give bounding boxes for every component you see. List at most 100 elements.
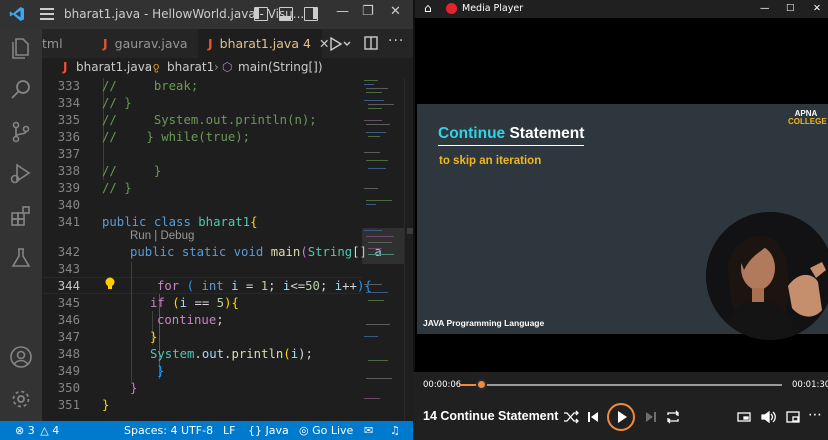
line-number: 346 (57, 313, 80, 327)
encoding-status[interactable]: UTF-8 (181, 424, 213, 437)
code-token: } while(true); (116, 130, 251, 144)
editor-scrollbar[interactable] (404, 78, 413, 421)
language-status[interactable]: {} Java (248, 424, 289, 437)
source-control-icon[interactable] (9, 120, 33, 144)
apna-college-logo: APNA COLLEGE (788, 110, 827, 126)
notifications-bell-icon[interactable]: ♫ (390, 424, 400, 437)
breadcrumb-separator-icon: › (214, 60, 219, 74)
picture-in-picture-icon[interactable] (785, 409, 801, 425)
feedback-icon[interactable]: ✉ (364, 424, 373, 437)
line-number: 351 (57, 398, 80, 412)
seek-track[interactable] (459, 384, 782, 386)
line-number: 340 (57, 198, 80, 212)
java-file-icon: J (63, 60, 68, 74)
logo-line-2: COLLEGE (788, 117, 827, 126)
tab-label: bharat1.java (219, 36, 299, 51)
java-file-icon: J (208, 36, 213, 51)
settings-gear-icon[interactable] (9, 387, 33, 411)
line-number: 335 (57, 113, 80, 127)
minimap[interactable] (362, 78, 408, 421)
code-token: if (150, 296, 165, 310)
code-token: = (245, 279, 254, 293)
layout-sidebar-icon[interactable] (254, 7, 268, 21)
seek-handle[interactable] (475, 379, 487, 390)
code-token: ; (319, 279, 328, 293)
play-button[interactable] (607, 403, 635, 431)
problems-indicator[interactable]: ⊗ 3 △ 4 (15, 424, 59, 437)
breadcrumb-method[interactable]: main(String[]) (238, 60, 323, 74)
line-number: 342 (57, 245, 80, 259)
next-icon[interactable] (643, 409, 659, 425)
close-tab-icon[interactable]: ✕ (319, 36, 329, 51)
code-token: break; (116, 79, 199, 93)
code-token: <= (290, 279, 306, 293)
run-debug-icon[interactable] (9, 162, 33, 186)
line-number: 333 (57, 79, 80, 93)
explorer-icon[interactable] (9, 36, 33, 60)
method-symbol-icon: ⬡ (222, 60, 233, 74)
testing-flask-icon[interactable] (9, 246, 33, 270)
tab-gaurav-java[interactable]: Jgaurav.java (100, 29, 204, 58)
close-icon[interactable]: ✕ (390, 4, 401, 19)
code-line: 336 // } while(true); (42, 129, 362, 146)
line-number: 336 (57, 130, 80, 144)
vscode-logo-icon (9, 7, 24, 21)
code-editor[interactable]: 333 // break; 334 // } 335 // System.out.pr… (42, 78, 413, 421)
tab-html[interactable]: tml (42, 29, 92, 58)
playback-controls: 14 Continue Statement ⋯ (413, 398, 828, 440)
indentation-status[interactable]: Spaces: 4 (124, 424, 177, 437)
tab-label: gaurav.java (114, 36, 188, 51)
restore-icon[interactable]: ☐ (786, 3, 795, 14)
layout-panel-icon[interactable] (279, 7, 293, 21)
java-file-icon: J (103, 36, 108, 51)
code-token: // } (102, 96, 132, 110)
code-token: continue (157, 313, 217, 327)
minimize-icon[interactable]: — (760, 3, 770, 14)
repeat-icon[interactable] (665, 409, 681, 425)
code-token: } (157, 364, 165, 378)
code-line: 349} (42, 363, 362, 380)
seek-bar-area: 00:00:06 00:01:30 (413, 372, 828, 398)
shuffle-icon[interactable] (563, 409, 579, 425)
codelens-run-debug[interactable]: Run | Debug (130, 230, 194, 242)
split-editor-icon[interactable] (364, 36, 378, 50)
code-token: . (194, 347, 202, 361)
code-token: ( (172, 296, 180, 310)
warning-icon: △ (40, 424, 49, 437)
window-title: bharat1.java - HellowWorld.java - Visu..… (64, 7, 305, 21)
tab-bharat1-java[interactable]: Jbharat1.java 4 ✕ (198, 29, 329, 58)
line-number: 344 (57, 279, 80, 293)
more-actions-icon[interactable]: ··· (388, 33, 404, 49)
layout-secondary-sidebar-icon[interactable] (304, 7, 318, 21)
code-line: 345 if (i == 5){ (42, 295, 362, 312)
menu-icon[interactable] (40, 8, 54, 20)
eol-status[interactable]: LF (223, 424, 235, 437)
code-token: String (307, 245, 353, 259)
more-options-icon[interactable]: ⋯ (808, 407, 822, 423)
presenter-webcam (706, 212, 828, 340)
breadcrumb-class[interactable]: bharat1 (167, 60, 214, 74)
breadcrumb-separator-icon: › (145, 60, 150, 74)
home-icon[interactable]: ⌂ (424, 1, 432, 15)
account-icon[interactable] (9, 345, 33, 369)
breadcrumb: J bharat1.java › ჹ bharat1 › ⬡ main(Stri… (42, 58, 413, 78)
braces-icon: {} (248, 424, 262, 437)
status-bar: ⊗ 3 △ 4 Spaces: 4 UTF-8 LF {} Java ◎ Go … (0, 421, 413, 440)
code-token: for (157, 279, 180, 293)
close-icon[interactable]: ✕ (813, 3, 821, 14)
activity-bar (0, 29, 42, 421)
previous-icon[interactable] (585, 409, 601, 425)
search-icon[interactable] (9, 78, 33, 102)
restore-icon[interactable]: ❐ (362, 4, 374, 19)
miniplayer-icon[interactable] (736, 409, 752, 425)
minimize-icon[interactable]: — (336, 4, 349, 19)
breadcrumb-file[interactable]: bharat1.java (76, 60, 152, 74)
code-token: // (102, 113, 117, 127)
run-java-icon[interactable] (329, 37, 351, 51)
code-token: } (116, 164, 162, 178)
volume-icon[interactable] (760, 409, 776, 425)
line-number: 349 (57, 364, 80, 378)
extensions-icon[interactable] (9, 204, 33, 228)
go-live-status[interactable]: ◎ Go Live (299, 424, 353, 437)
code-line: 346 continue; (42, 312, 362, 329)
